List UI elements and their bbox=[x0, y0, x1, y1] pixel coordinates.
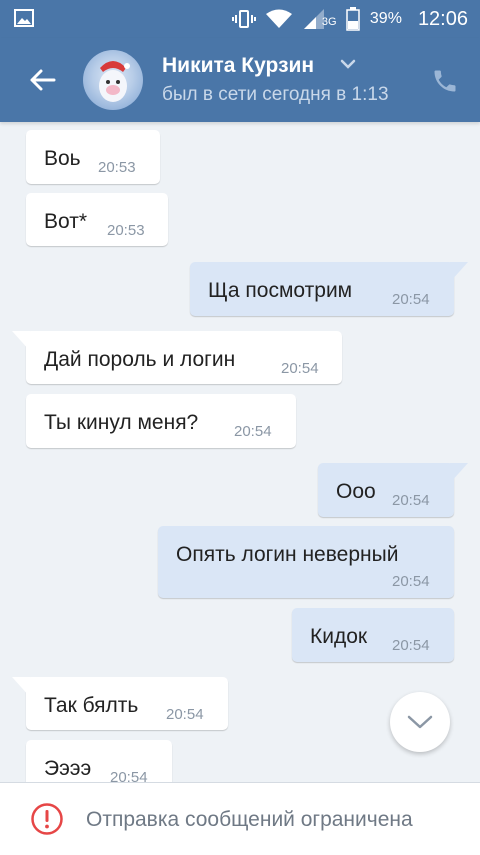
phone-icon bbox=[434, 70, 456, 92]
back-arrow-icon bbox=[30, 69, 56, 91]
bubble-tail bbox=[12, 677, 30, 697]
vibrate-icon bbox=[231, 10, 256, 28]
message-text: Воь bbox=[44, 147, 81, 170]
message-text: Ща посмотрим bbox=[208, 279, 353, 302]
message-text: Ээээ bbox=[44, 757, 92, 780]
message-text: Дай пороль и логин bbox=[44, 348, 236, 371]
message-bubble-outgoing[interactable]: Опять логин неверный 20:54 bbox=[158, 526, 454, 598]
contact-name[interactable]: Никита Курзин bbox=[162, 54, 314, 78]
message-bubble-incoming[interactable]: Ты кинул меня? 20:54 bbox=[26, 394, 296, 448]
message-text: Ты кинул меня? bbox=[44, 411, 199, 434]
message-bubble-outgoing[interactable]: Кидок 20:54 bbox=[292, 608, 454, 662]
gallery-notification-icon bbox=[14, 9, 34, 27]
bubble-tail bbox=[12, 331, 30, 351]
messaging-restricted-bar: Отправка сообщений ограничена bbox=[0, 782, 480, 855]
message-text: Опять логин неверный bbox=[176, 543, 399, 566]
bubble-tail bbox=[450, 463, 468, 483]
message-time: 20:54 bbox=[392, 291, 430, 308]
back-button[interactable] bbox=[22, 62, 62, 98]
message-time: 20:54 bbox=[166, 706, 204, 723]
alert-circle-icon bbox=[31, 803, 63, 835]
message-text: Кидок bbox=[310, 625, 368, 648]
message-time: 20:54 bbox=[392, 637, 430, 654]
message-text: Ооо bbox=[336, 480, 376, 503]
message-bubble-outgoing[interactable]: Ооо 20:54 bbox=[318, 463, 468, 517]
clock: 12:06 bbox=[417, 7, 468, 30]
message-bubble-incoming[interactable]: Вот* 20:53 bbox=[26, 193, 168, 246]
message-time: 20:54 bbox=[234, 423, 272, 440]
message-bubble-incoming[interactable]: Дай пороль и логин 20:54 bbox=[12, 331, 342, 384]
message-bubble-incoming[interactable]: Воь 20:53 bbox=[26, 130, 160, 184]
message-bubble-incoming[interactable]: Так бялть 20:54 bbox=[12, 677, 228, 730]
message-time: 20:54 bbox=[392, 492, 430, 509]
chat-header: Никита Курзин был в сети сегодня в 1:13 bbox=[0, 38, 480, 122]
message-time: 20:53 bbox=[107, 222, 145, 239]
chevron-down-icon[interactable] bbox=[340, 58, 356, 70]
battery-icon bbox=[346, 7, 360, 31]
call-button[interactable] bbox=[428, 64, 462, 98]
restriction-message: Отправка сообщений ограничена bbox=[86, 808, 413, 831]
bubble-tail bbox=[450, 262, 468, 282]
last-seen-status: был в сети сегодня в 1:13 bbox=[162, 84, 389, 105]
message-bubble-outgoing[interactable]: Ща посмотрим 20:54 bbox=[190, 262, 468, 316]
cell-signal: 3G bbox=[302, 8, 337, 30]
status-bar: 3G 39% 12:06 bbox=[0, 0, 480, 38]
message-time: 20:53 bbox=[98, 159, 136, 176]
message-text: Вот* bbox=[44, 210, 88, 233]
battery-percent: 39% bbox=[369, 10, 402, 27]
wifi-icon bbox=[265, 9, 292, 28]
network-type: 3G bbox=[321, 16, 337, 28]
message-time: 20:54 bbox=[392, 573, 430, 590]
message-time: 20:54 bbox=[281, 360, 319, 377]
avatar-image bbox=[99, 61, 130, 102]
scroll-to-bottom-button[interactable] bbox=[390, 692, 450, 752]
chevron-down-icon bbox=[407, 715, 433, 729]
avatar[interactable] bbox=[83, 50, 143, 110]
message-text: Так бялть bbox=[44, 694, 139, 717]
